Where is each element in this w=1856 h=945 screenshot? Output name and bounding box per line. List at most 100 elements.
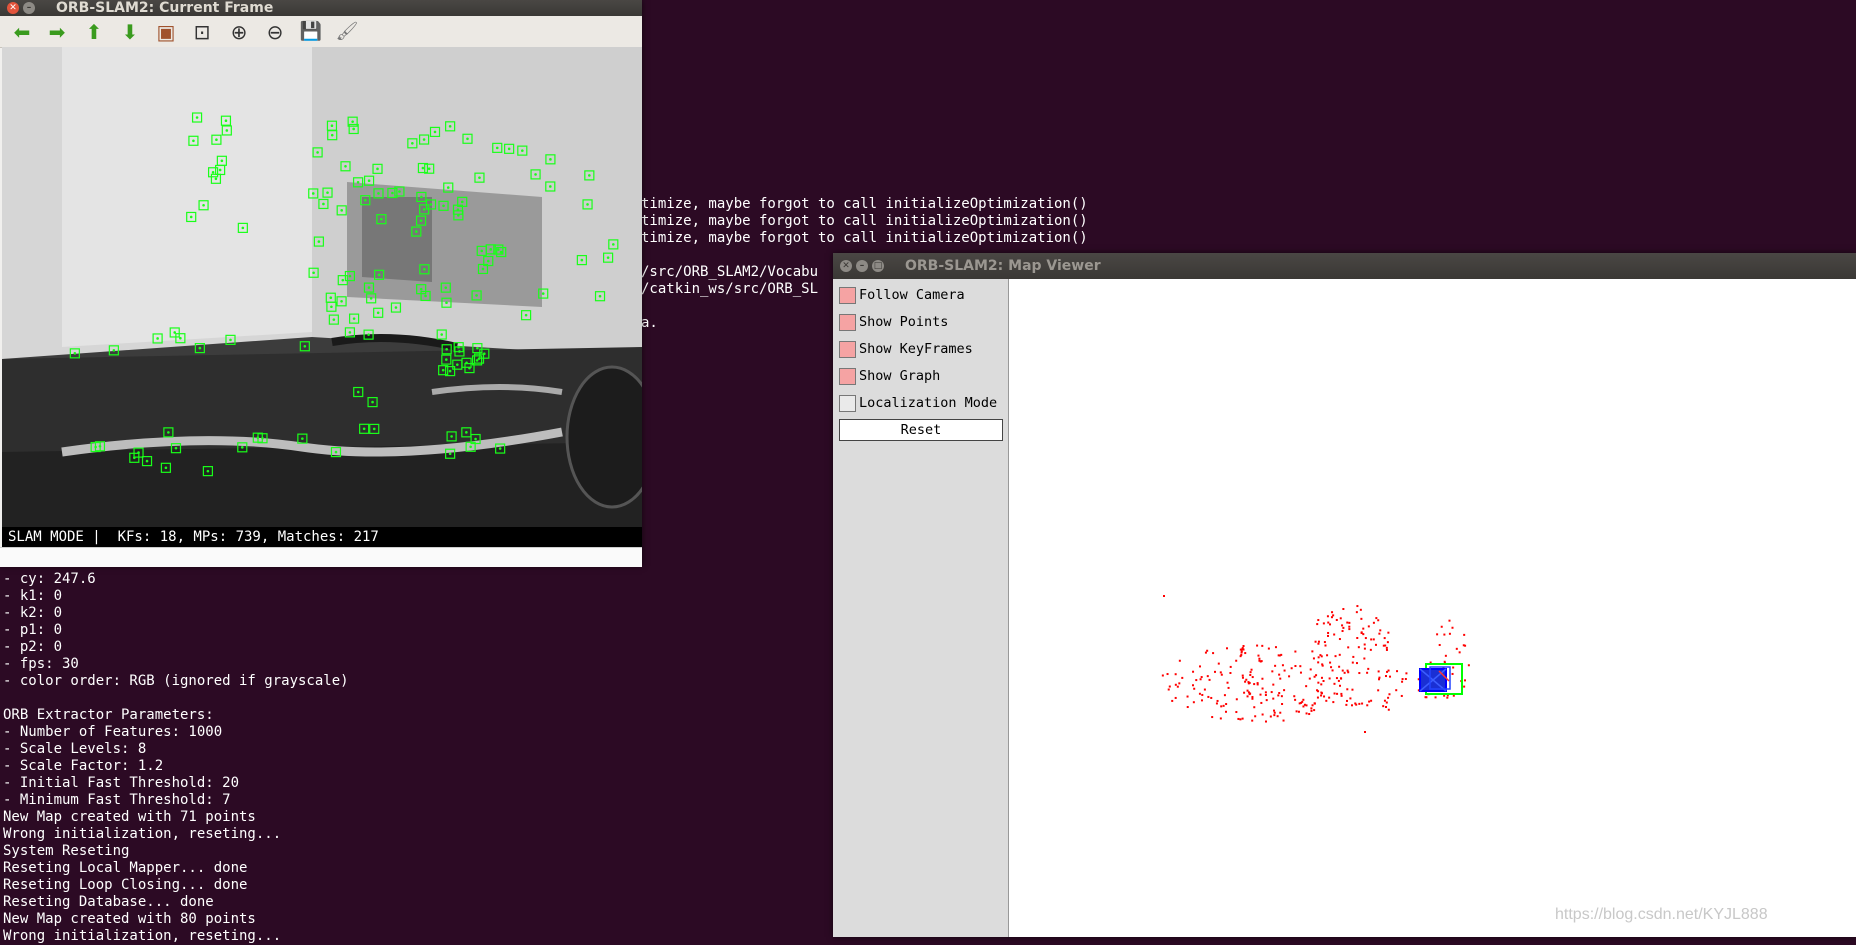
map-point (1276, 715, 1279, 718)
follow-camera-checkbox[interactable]: Follow Camera (839, 285, 965, 305)
checkbox-icon[interactable] (839, 286, 856, 304)
slam-status-bar: SLAM MODE | KFs: 18, MPs: 739, Matches: … (2, 527, 642, 547)
map-point (1342, 608, 1345, 611)
map-point (1204, 651, 1207, 654)
image-icon[interactable]: ▣ (154, 20, 178, 44)
show-points-checkbox[interactable]: Show Points (839, 312, 948, 332)
feature-point (420, 195, 423, 199)
save-icon[interactable]: 💾 (299, 20, 323, 44)
checkbox-label: Show KeyFrames (859, 341, 973, 357)
down-arrow-icon[interactable]: ⬇ (118, 20, 142, 44)
feature-point (549, 158, 552, 161)
map-view[interactable] (1009, 279, 1856, 937)
map-point (1463, 633, 1466, 636)
map-point (1444, 654, 1447, 657)
feature-point (334, 450, 338, 454)
map-point (1257, 654, 1260, 657)
show-graph-checkbox[interactable]: Show Graph (839, 366, 940, 386)
map-point (1334, 655, 1337, 658)
feature-point (164, 466, 168, 470)
zoom-out-icon[interactable]: ⊖ (263, 20, 287, 44)
feature-point (580, 258, 584, 262)
window-title: ORB-SLAM2: Map Viewer (905, 258, 1101, 274)
map-point (1386, 670, 1389, 673)
map-point (1425, 696, 1428, 699)
map-point (1274, 646, 1277, 649)
map-point (1332, 701, 1335, 704)
camera-scene (2, 47, 642, 527)
map-point (1327, 621, 1330, 624)
feature-point (478, 176, 481, 179)
map-point (1372, 621, 1375, 624)
maximize-icon[interactable]: □ (872, 260, 884, 272)
feature-point (362, 427, 366, 431)
checkbox-icon[interactable] (839, 313, 856, 331)
checkbox-icon[interactable] (839, 367, 856, 385)
map-point (1396, 670, 1399, 673)
map-point (1340, 692, 1343, 695)
brush-icon[interactable]: 🖌 (335, 20, 359, 44)
map-point (1327, 634, 1330, 637)
map-point (1229, 672, 1232, 675)
map-point (1462, 644, 1465, 647)
feature-point (215, 138, 218, 142)
checkbox-label: Show Points (859, 314, 949, 330)
feature-point (499, 250, 503, 254)
back-arrow-icon[interactable]: ⬅ (10, 20, 34, 44)
map-point (1348, 625, 1351, 628)
map-point (1312, 657, 1315, 660)
feature-point (391, 191, 394, 195)
map-point (1203, 688, 1206, 691)
feature-point (427, 167, 431, 171)
zoom-fit-icon[interactable]: ⊡ (190, 20, 214, 44)
map-point (1366, 704, 1369, 707)
localization-mode-checkbox[interactable]: Localization Mode (839, 393, 997, 413)
map-point (1358, 702, 1361, 705)
minimize-icon[interactable]: – (23, 2, 35, 14)
reset-button[interactable]: Reset (839, 419, 1003, 441)
map-point (1259, 660, 1262, 663)
checkbox-icon[interactable] (839, 340, 856, 358)
map-point (1199, 678, 1202, 681)
map-point (1271, 670, 1274, 673)
map-point (1366, 671, 1369, 674)
map-point (1323, 695, 1326, 698)
map-point (1350, 704, 1353, 707)
map-point (1192, 670, 1195, 673)
map-point (1311, 650, 1314, 653)
map-point (1309, 668, 1312, 671)
current-frame-titlebar[interactable]: ✕ – ORB-SLAM2: Current Frame (0, 0, 642, 16)
map-point (1161, 674, 1164, 677)
map-point (1269, 715, 1272, 718)
map-point (1200, 699, 1203, 702)
forward-arrow-icon[interactable]: ➡ (45, 20, 69, 44)
map-point (1293, 695, 1296, 698)
map-point (1181, 676, 1184, 679)
map-point (1338, 638, 1341, 641)
map-point (1243, 691, 1246, 694)
up-arrow-icon[interactable]: ⬆ (82, 20, 106, 44)
map-3d-canvas[interactable] (1009, 279, 1856, 937)
feature-point (371, 400, 374, 404)
minimize-icon[interactable]: – (856, 260, 868, 272)
close-icon[interactable]: ✕ (7, 2, 19, 14)
map-point (1317, 656, 1320, 659)
map-point (1283, 669, 1286, 672)
feature-point (483, 352, 486, 355)
map-point (1186, 706, 1189, 709)
map-point (1346, 688, 1349, 691)
feature-point (198, 346, 202, 350)
map-point (1329, 623, 1332, 626)
map-point (1248, 681, 1251, 684)
map-point (1200, 676, 1203, 679)
zoom-in-icon[interactable]: ⊕ (227, 20, 251, 44)
feature-point (445, 358, 448, 361)
map-viewer-titlebar[interactable]: ✕ – □ ORB-SLAM2: Map Viewer (833, 253, 1856, 279)
checkbox-icon[interactable] (839, 394, 856, 412)
close-icon[interactable]: ✕ (840, 260, 852, 272)
map-point (1210, 696, 1213, 699)
map-point (1295, 710, 1298, 713)
show-keyframes-checkbox[interactable]: Show KeyFrames (839, 339, 973, 359)
map-point (1378, 676, 1381, 679)
map-point (1323, 641, 1326, 644)
